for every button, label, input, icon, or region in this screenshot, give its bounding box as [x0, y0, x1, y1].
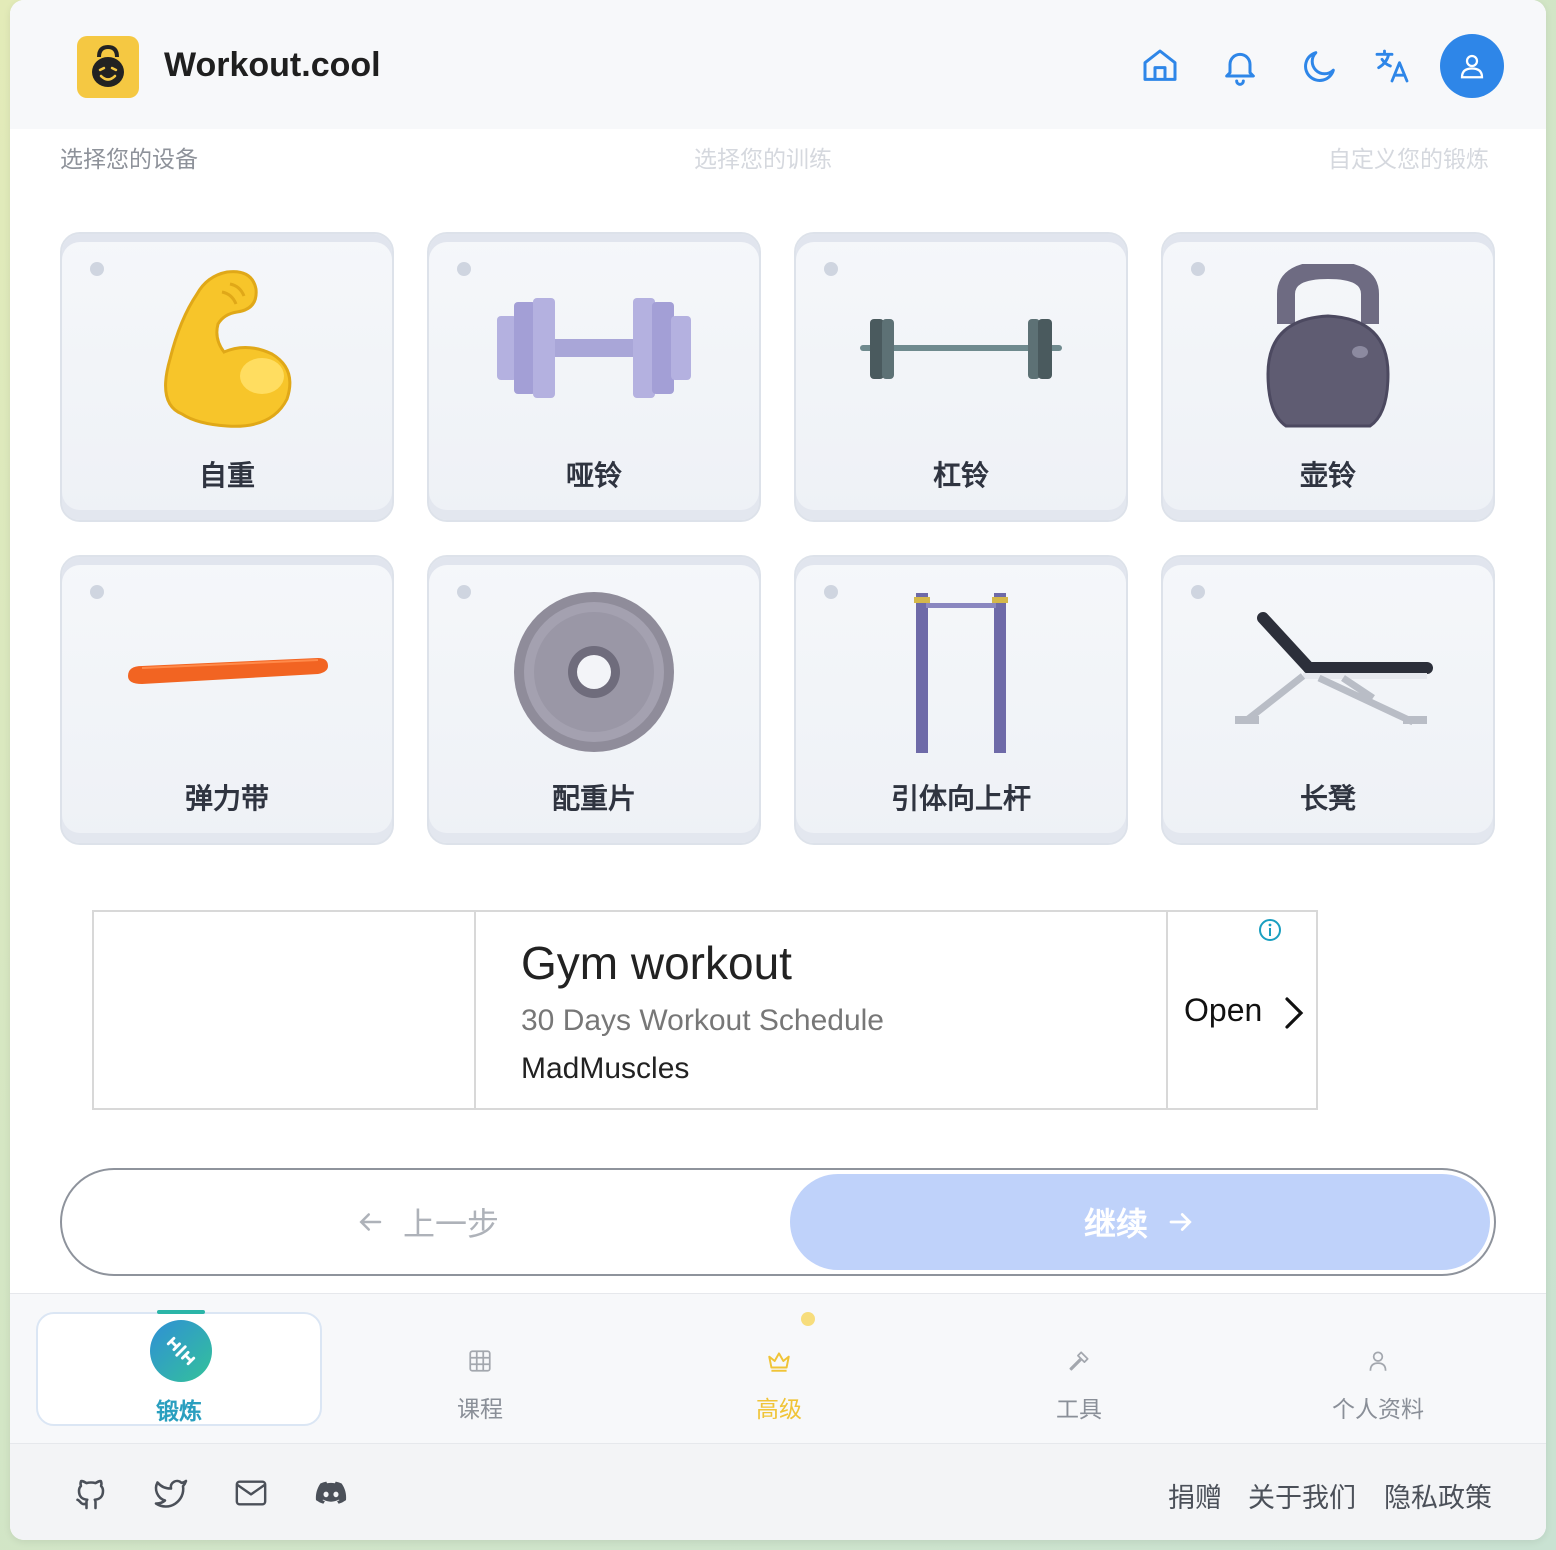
continue-label: 继续: [1083, 1205, 1148, 1243]
user-menu-button[interactable]: [1440, 34, 1504, 98]
user-icon: [1460, 54, 1484, 79]
github-icon[interactable]: [70, 1472, 112, 1514]
hammer-icon: [936, 1348, 1222, 1374]
dumbbell-icon: [429, 264, 759, 434]
equipment-label: 长凳: [1299, 782, 1356, 815]
ad-subtitle: 30 Days Workout Schedule: [521, 1004, 884, 1037]
step-choose-workout: 选择您的训练: [694, 147, 832, 173]
active-indicator: [157, 1310, 205, 1314]
kettlebell-icon: [1163, 264, 1493, 434]
tab-label: 个人资料: [1332, 1397, 1424, 1423]
equipment-card-bodyweight[interactable]: 自重: [60, 232, 394, 522]
previous-button[interactable]: 上一步: [62, 1170, 792, 1274]
kettlebell-logo-icon: [92, 44, 124, 87]
chevron-right-icon: [1285, 996, 1304, 1029]
equipment-card-dumbbell[interactable]: 哑铃: [427, 232, 761, 522]
ad-open-button[interactable]: Open: [1166, 912, 1318, 1108]
equipment-label: 壶铃: [1299, 459, 1356, 492]
tab-label: 高级: [756, 1397, 802, 1423]
equipment-card-resistance-band[interactable]: 弹力带: [60, 555, 394, 845]
tab-label: 工具: [1056, 1397, 1102, 1423]
flexed-biceps-icon: [62, 264, 392, 434]
step-customize-workout: 自定义您的锻炼: [1328, 147, 1489, 173]
weight-plate-icon: [429, 587, 759, 757]
tab-premium[interactable]: 高级: [636, 1312, 922, 1426]
crown-icon: [636, 1348, 922, 1374]
workout-icon: [150, 1320, 212, 1382]
mail-icon[interactable]: [230, 1472, 272, 1514]
arrow-right-icon: [1169, 1213, 1192, 1231]
resistance-band-icon: [62, 587, 392, 757]
pull-up-bar-icon: [796, 587, 1126, 757]
equipment-label: 自重: [198, 459, 255, 492]
footer-link-privacy[interactable]: 隐私政策: [1384, 1476, 1492, 1515]
ad-image: [94, 912, 476, 1108]
logo[interactable]: [77, 36, 139, 98]
equipment-card-pull-up-bar[interactable]: 引体向上杆: [794, 555, 1128, 845]
moon-icon[interactable]: [1298, 44, 1342, 88]
footer-link-about[interactable]: 关于我们: [1248, 1476, 1356, 1515]
equipment-card-bench[interactable]: 长凳: [1161, 555, 1495, 845]
equipment-label: 引体向上杆: [890, 782, 1031, 815]
notification-dot: [801, 1312, 815, 1326]
equipment-label: 配重片: [551, 782, 636, 815]
footer-link-donate[interactable]: 捐赠: [1168, 1476, 1222, 1515]
continue-button[interactable]: 继续: [790, 1174, 1490, 1270]
equipment-card-barbell[interactable]: 杠铃: [794, 232, 1128, 522]
previous-label: 上一步: [402, 1205, 499, 1243]
header: Workout.cool: [10, 0, 1546, 129]
profile-icon: [1235, 1348, 1521, 1374]
info-icon[interactable]: [1258, 918, 1282, 942]
arrow-left-icon: [359, 1213, 382, 1231]
tab-label: 课程: [457, 1397, 503, 1423]
ad-open-label: Open: [1184, 992, 1305, 1030]
step-choose-equipment: 选择您的设备: [60, 147, 198, 173]
ad-banner[interactable]: Gym workout 30 Days Workout Schedule Mad…: [92, 910, 1318, 1110]
step-navigation: 上一步 继续: [60, 1168, 1496, 1276]
equipment-card-weight-plate[interactable]: 配重片: [427, 555, 761, 845]
grid-icon: [337, 1348, 623, 1374]
twitter-icon[interactable]: [150, 1472, 192, 1514]
home-icon[interactable]: [1138, 44, 1182, 88]
discord-icon[interactable]: [310, 1472, 352, 1514]
bell-icon[interactable]: [1218, 44, 1262, 88]
ad-advertiser: MadMuscles: [521, 1052, 690, 1085]
tab-programs[interactable]: 课程: [337, 1312, 623, 1426]
bench-icon: [1163, 587, 1493, 757]
tab-label: 锻炼: [156, 1399, 202, 1425]
tab-profile[interactable]: 个人资料: [1235, 1312, 1521, 1426]
translate-icon[interactable]: [1370, 44, 1414, 88]
footer: 捐赠 关于我们 隐私政策: [10, 1443, 1546, 1540]
brand-name[interactable]: Workout.cool: [164, 46, 381, 85]
ad-title[interactable]: Gym workout: [521, 936, 792, 990]
app-window: Workout.cool 选择您的设备 选择您的训练 自定义您的锻炼 自重 哑铃…: [10, 0, 1546, 1540]
bottom-tab-bar: 锻炼 课程 高级 工具 个人资料: [10, 1293, 1546, 1443]
equipment-label: 弹力带: [184, 782, 269, 815]
equipment-label: 哑铃: [565, 459, 622, 492]
equipment-label: 杠铃: [932, 459, 989, 492]
tab-workout[interactable]: 锻炼: [36, 1310, 322, 1426]
equipment-card-kettlebell[interactable]: 壶铃: [1161, 232, 1495, 522]
tab-tools[interactable]: 工具: [936, 1312, 1222, 1426]
barbell-icon: [796, 264, 1126, 434]
